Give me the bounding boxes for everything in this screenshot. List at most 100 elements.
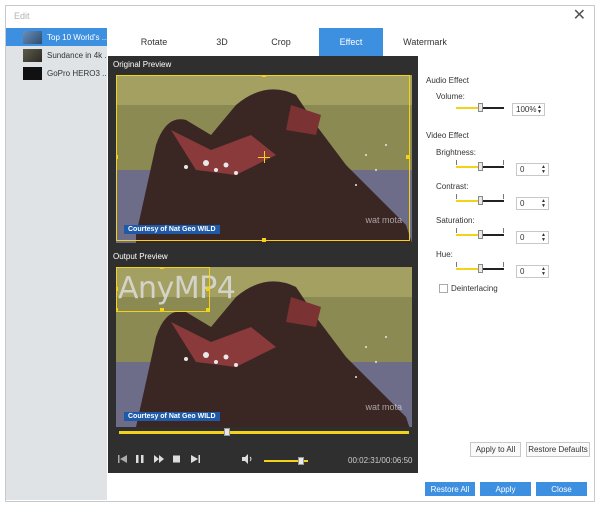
saturation-slider[interactable]	[456, 228, 504, 240]
saturation-label: Saturation:	[436, 216, 475, 225]
stop-icon[interactable]	[173, 454, 181, 466]
watermark-handle[interactable]	[160, 308, 164, 312]
contrast-slider[interactable]	[456, 194, 504, 206]
slider-fill	[456, 107, 480, 109]
deinterlacing-label: Deinterlacing	[451, 284, 498, 293]
restore-all-button[interactable]: Restore All	[425, 482, 475, 496]
apply-to-all-button[interactable]: Apply to All	[470, 442, 521, 457]
slider-thumb[interactable]	[478, 196, 483, 205]
volume-slider[interactable]	[264, 457, 308, 465]
volume-value: 100%	[516, 105, 537, 114]
tab-watermark[interactable]: Watermark	[383, 28, 467, 56]
slider-thumb[interactable]	[478, 230, 483, 239]
slider-fill	[456, 166, 480, 168]
contrast-spinbox[interactable]: 0 ▲ ▼	[516, 197, 549, 210]
watermark-handle[interactable]	[116, 287, 118, 291]
spin-arrows-icon[interactable]: ▲ ▼	[541, 199, 546, 209]
contrast-value: 0	[520, 199, 525, 208]
spin-arrows-icon[interactable]: ▲ ▼	[541, 233, 546, 243]
watermark-handle[interactable]	[206, 287, 210, 291]
hue-value: 0	[520, 267, 525, 276]
saturation-spinbox[interactable]: 0 ▲ ▼	[516, 231, 549, 244]
crop-handle[interactable]	[262, 75, 266, 77]
hue-spinbox[interactable]: 0 ▲ ▼	[516, 265, 549, 278]
volume-label: Volume:	[436, 92, 465, 101]
watermark-handle[interactable]	[116, 308, 118, 312]
slider-fill	[456, 234, 480, 236]
corner-watermark: wat mota	[365, 402, 402, 412]
brightness-spinbox[interactable]: 0 ▲ ▼	[516, 163, 549, 176]
watermark-handle[interactable]	[160, 267, 164, 269]
brightness-value: 0	[520, 165, 525, 174]
audio-effect-heading: Audio Effect	[426, 76, 469, 85]
volume-slider-thumb[interactable]	[298, 457, 305, 465]
file-name: Sundance in 4k ...	[47, 50, 107, 60]
deinterlacing-checkbox[interactable]	[439, 284, 448, 293]
courtesy-caption: Courtesy of Nat Geo WILD	[124, 412, 220, 421]
file-item[interactable]: Sundance in 4k ...	[6, 46, 107, 64]
video-thumbnail	[23, 30, 42, 44]
video-thumbnail	[23, 48, 42, 62]
output-preview-label: Output Preview	[113, 252, 168, 261]
fast-forward-icon[interactable]	[154, 454, 164, 466]
contrast-label: Contrast:	[436, 182, 469, 191]
apply-button[interactable]: Apply	[480, 482, 531, 496]
restore-defaults-button[interactable]: Restore Defaults	[526, 442, 590, 457]
tab-bar: Rotate 3D Crop Effect Watermark	[107, 28, 594, 56]
effect-settings-panel: Audio Effect Volume: 100% ▲ ▼ Video Effec…	[418, 56, 594, 473]
tab-rotate[interactable]: Rotate	[107, 28, 201, 56]
timeline-thumb[interactable]	[224, 428, 231, 436]
volume-icon[interactable]	[242, 454, 254, 466]
window-title: Edit	[14, 11, 30, 21]
file-item[interactable]: GoPro HERO3 ...	[6, 64, 107, 82]
skip-back-icon[interactable]	[118, 454, 127, 466]
crop-area[interactable]	[116, 75, 410, 241]
video-thumbnail	[23, 66, 42, 80]
skip-forward-icon[interactable]	[191, 454, 200, 466]
file-name: GoPro HERO3 ...	[47, 68, 107, 78]
slider-thumb[interactable]	[478, 264, 483, 273]
crop-handle[interactable]	[262, 238, 266, 242]
timeline-slider[interactable]	[119, 428, 409, 436]
tab-effect[interactable]: Effect	[319, 28, 383, 56]
file-item[interactable]: Top 10 World's ...	[6, 28, 107, 46]
spin-arrows-icon[interactable]: ▲ ▼	[541, 267, 546, 277]
file-name: Top 10 World's ...	[47, 32, 107, 42]
brightness-label: Brightness:	[436, 148, 477, 157]
close-icon[interactable]: ✕	[573, 8, 586, 24]
output-preview-video: AnyMP4 Courtesy of Nat Geo WILD wat mota	[116, 267, 412, 427]
file-list: Top 10 World's ... Sundance in 4k ... Go…	[6, 28, 107, 500]
video-effect-heading: Video Effect	[426, 131, 469, 140]
footer-bar: Restore All Apply Close	[107, 473, 594, 501]
slider-track	[480, 200, 504, 202]
slider-track	[480, 166, 504, 168]
slider-fill	[456, 200, 480, 202]
spin-arrows-icon[interactable]: ▲ ▼	[541, 165, 546, 175]
saturation-value: 0	[520, 233, 525, 242]
brightness-slider[interactable]	[456, 160, 504, 172]
tab-3d[interactable]: 3D	[201, 28, 243, 56]
close-button[interactable]: Close	[536, 482, 587, 496]
slider-track	[480, 268, 504, 270]
crop-center-mark	[264, 151, 265, 163]
crop-handle[interactable]	[116, 155, 118, 159]
original-preview-video: Courtesy of Nat Geo WILD wat mota	[116, 75, 412, 243]
preview-pane: Original Preview Courtesy of Nat Geo WIL…	[108, 56, 418, 473]
title-bar: Edit ✕	[6, 6, 594, 28]
edit-window: Edit ✕ Top 10 World's ... Sundance in 4k…	[5, 5, 595, 502]
spin-arrows-icon[interactable]: ▲ ▼	[537, 105, 542, 115]
slider-fill	[456, 268, 480, 270]
slider-thumb[interactable]	[478, 162, 483, 171]
tab-crop[interactable]: Crop	[243, 28, 319, 56]
timecode: 00:02:31/00:06:50	[348, 456, 413, 465]
volume-spinbox[interactable]: 100% ▲ ▼	[512, 103, 545, 116]
pause-icon[interactable]	[136, 454, 144, 466]
audio-volume-slider[interactable]	[456, 101, 504, 113]
watermark-handle[interactable]	[206, 308, 210, 312]
hue-label: Hue:	[436, 250, 453, 259]
slider-thumb[interactable]	[478, 103, 483, 112]
crop-handle[interactable]	[406, 155, 410, 159]
hue-slider[interactable]	[456, 262, 504, 274]
original-preview-label: Original Preview	[113, 60, 172, 69]
watermark-box[interactable]	[116, 267, 210, 312]
